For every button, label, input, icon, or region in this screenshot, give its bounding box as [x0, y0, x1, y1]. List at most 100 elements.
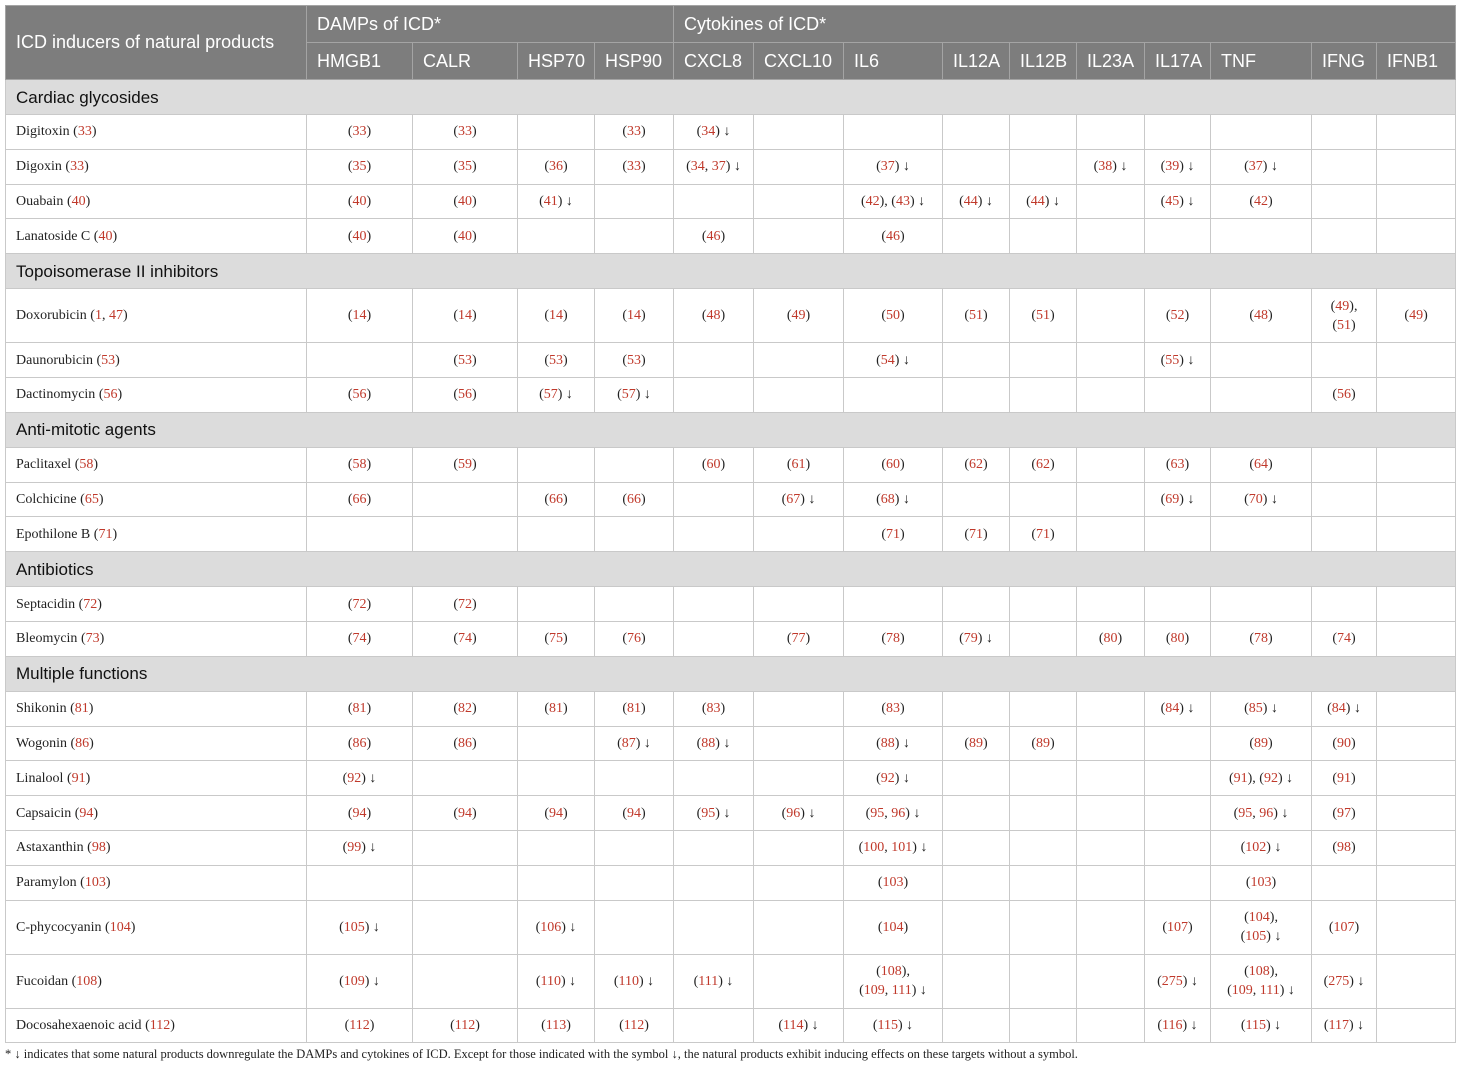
cell-hmgb1	[306, 864, 413, 901]
cell-ifng	[1311, 864, 1378, 901]
cell-il17a: (275) ↓	[1144, 953, 1212, 1009]
cell-il12a	[942, 760, 1011, 797]
header-row-groups: ICD inducers of natural products DAMPs o…	[5, 5, 1457, 80]
cell-il6: (68) ↓	[843, 481, 944, 518]
cell-il23a	[1076, 795, 1146, 831]
table-row: Shikonin (81) (81) (82) (81) (81) (83) (83) (84…	[5, 690, 1457, 727]
cell-ifnb1	[1376, 183, 1457, 220]
cell-ifnb1	[1376, 953, 1457, 1009]
compound-name: Wogonin (86)	[5, 725, 307, 762]
cell-hsp70: (41) ↓	[517, 183, 595, 220]
cell-cxcl8	[673, 829, 755, 866]
cell-hmgb1: (105) ↓	[306, 899, 413, 955]
table-row: Digoxin (33) (35) (35) (36) (33) (34, 37) ↓ (3…	[5, 148, 1457, 185]
cell-hsp90	[593, 760, 675, 797]
compound-reference: (98)	[87, 840, 111, 856]
cell-il6: (83)	[843, 690, 944, 727]
cell-hsp90	[593, 586, 675, 622]
header-group-cytokines: Cytokines of ICD*	[673, 5, 1457, 43]
cell-ifng: (56)	[1311, 376, 1378, 413]
cell-cxcl10	[753, 516, 845, 553]
cell-il17a	[1144, 218, 1212, 255]
cell-il17a	[1144, 114, 1212, 150]
cell-il6: (100, 101) ↓	[843, 829, 944, 866]
cell-il12b: (89)	[1009, 725, 1078, 762]
cell-calr: (72)	[412, 586, 518, 622]
cell-hsp70	[517, 864, 595, 901]
cell-il12b: (51)	[1009, 288, 1078, 344]
cell-ifng	[1311, 481, 1378, 518]
cell-cxcl8: (34, 37) ↓	[673, 148, 755, 185]
cell-hsp90	[593, 446, 675, 483]
cell-ifng: (84) ↓	[1311, 690, 1378, 727]
cell-hsp70: (75)	[517, 620, 595, 657]
compound-name: Epothilone B (71)	[5, 516, 307, 553]
cell-ifnb1	[1376, 725, 1457, 762]
cell-hsp90: (53)	[593, 342, 675, 378]
cell-ifnb1	[1376, 342, 1457, 378]
cell-il12a	[942, 795, 1011, 831]
cell-hmgb1: (66)	[306, 481, 413, 518]
cell-il12a	[942, 690, 1011, 727]
section-title: Multiple functions	[4, 655, 1457, 692]
table-row: Capsaicin (94) (94) (94) (94) (94) (95) ↓ (96)…	[5, 795, 1457, 831]
table-body: Cardiac glycosides Digitoxin (33) (33) (33)…	[4, 79, 1457, 1044]
cell-cxcl8: (60)	[673, 446, 755, 483]
cell-il12b: (71)	[1009, 516, 1078, 553]
cell-hsp90	[593, 899, 675, 955]
cell-hsp70: (53)	[517, 342, 595, 378]
compound-reference: (112)	[145, 1017, 175, 1033]
cell-ifnb1	[1376, 148, 1457, 185]
cell-il12a	[942, 481, 1011, 518]
cell-cxcl8	[673, 620, 755, 657]
cell-il12a: (44) ↓	[942, 183, 1011, 220]
cell-tnf	[1210, 114, 1313, 150]
cell-il12a	[942, 218, 1011, 255]
compound-reference: (71)	[93, 526, 118, 542]
compound-reference: (108)	[71, 973, 102, 989]
column-header-ifnb1: IFNB1	[1376, 42, 1457, 80]
cell-il12a	[942, 114, 1011, 150]
cell-il12b	[1009, 376, 1078, 413]
cell-il6: (60)	[843, 446, 944, 483]
cell-ifnb1: (49)	[1376, 288, 1457, 344]
cell-il12b	[1009, 953, 1078, 1009]
cell-ifnb1	[1376, 829, 1457, 866]
compound-name: Paclitaxel (58)	[5, 446, 307, 483]
cell-il6: (46)	[843, 218, 944, 255]
column-header-hsp70: HSP70	[517, 42, 595, 80]
cell-hsp70: (113)	[517, 1007, 595, 1044]
cell-hsp90	[593, 183, 675, 220]
cell-il17a	[1144, 795, 1212, 831]
cell-calr: (94)	[412, 795, 518, 831]
icd-table: ICD inducers of natural products DAMPs o…	[4, 5, 1457, 1044]
cell-hsp70	[517, 586, 595, 622]
cell-il6: (95, 96) ↓	[843, 795, 944, 831]
cell-ifng: (49), (51)	[1311, 288, 1378, 344]
cell-hsp70	[517, 218, 595, 255]
cell-il23a	[1076, 586, 1146, 622]
cell-il6: (37) ↓	[843, 148, 944, 185]
compound-name: Linalool (91)	[5, 760, 307, 797]
cell-il17a	[1144, 516, 1212, 553]
compound-reference: (72)	[78, 596, 102, 612]
column-header-calr: CALR	[412, 42, 518, 80]
cell-il17a: (45) ↓	[1144, 183, 1212, 220]
cell-cxcl10: (49)	[753, 288, 845, 344]
cell-cxcl8	[673, 899, 755, 955]
cell-tnf: (95, 96) ↓	[1210, 795, 1313, 831]
cell-il6: (78)	[843, 620, 944, 657]
table-row: Paramylon (103) (103) (103)	[5, 864, 1457, 901]
cell-ifnb1	[1376, 481, 1457, 518]
cell-cxcl8	[673, 1007, 755, 1044]
compound-reference: (58)	[74, 457, 99, 473]
cell-il6: (92) ↓	[843, 760, 944, 797]
compound-reference: (65)	[80, 491, 104, 507]
cell-il6: (104)	[843, 899, 944, 955]
cell-il17a	[1144, 760, 1212, 797]
cell-il17a	[1144, 829, 1212, 866]
cell-il23a	[1076, 1007, 1146, 1044]
cell-tnf	[1210, 342, 1313, 378]
table-row: Linalool (91) (92) ↓ (92) ↓ (91), (92) ↓ (91…	[5, 760, 1457, 797]
cell-cxcl10	[753, 953, 845, 1009]
